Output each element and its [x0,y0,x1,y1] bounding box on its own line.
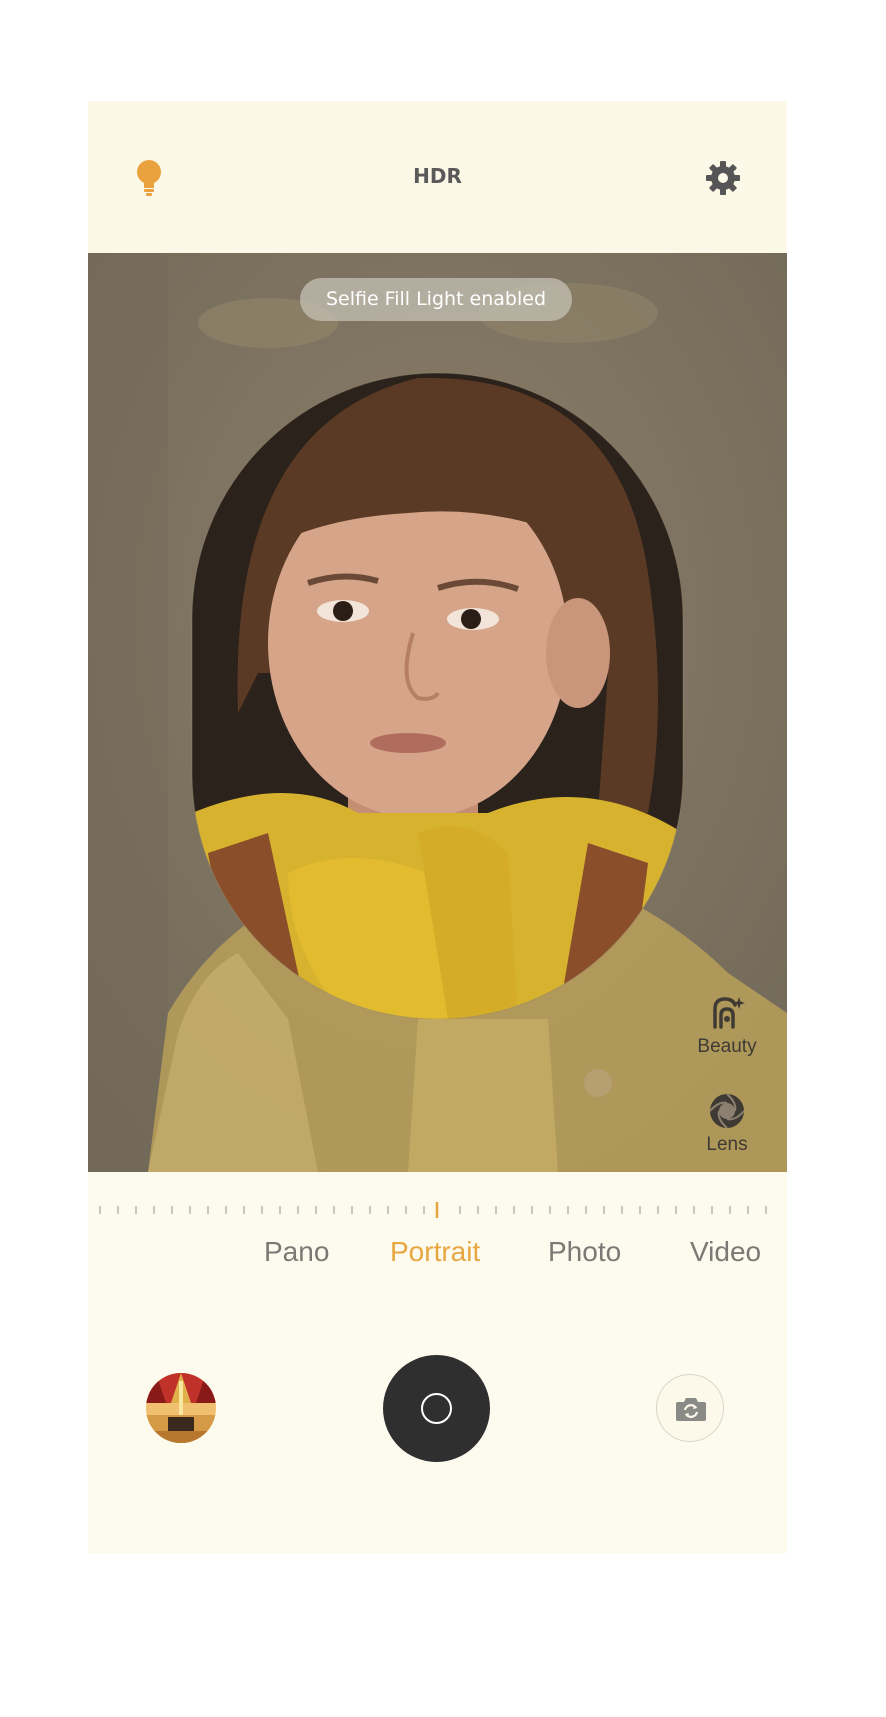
gallery-thumbnail[interactable] [146,1373,216,1443]
mode-photo[interactable]: Photo [548,1236,621,1268]
shutter-icon [421,1393,452,1424]
camera-viewfinder[interactable]: Selfie Fill Light enabled Beauty Lens [88,253,787,1172]
mode-video[interactable]: Video [690,1236,761,1268]
gear-icon[interactable] [705,160,741,196]
top-bar: HDR [88,101,787,253]
camera-switch-icon [676,1398,706,1421]
hdr-toggle[interactable]: HDR [88,164,787,188]
lens-label: Lens [706,1134,748,1155]
shutter-button[interactable] [383,1355,490,1462]
mode-selector: Pano Portrait Photo Video [88,1236,787,1276]
camera-switch-button[interactable] [656,1374,724,1442]
mode-pano[interactable]: Pano [264,1236,329,1268]
lens-icon [709,1093,745,1129]
beauty-label: Beauty [697,1036,757,1057]
beauty-icon [713,997,745,1029]
preview-image [88,253,787,1172]
lens-button[interactable]: Lens [687,1091,767,1156]
beauty-button[interactable]: Beauty [687,993,767,1058]
mode-scroll-ruler[interactable] [88,1202,787,1222]
camera-app-screen: HDR Selfie Fill Light enabled Beauty Len… [88,101,787,1553]
fill-light-toast: Selfie Fill Light enabled [300,278,572,321]
mode-portrait[interactable]: Portrait [390,1236,480,1268]
gallery-thumbnail-image [146,1373,216,1443]
